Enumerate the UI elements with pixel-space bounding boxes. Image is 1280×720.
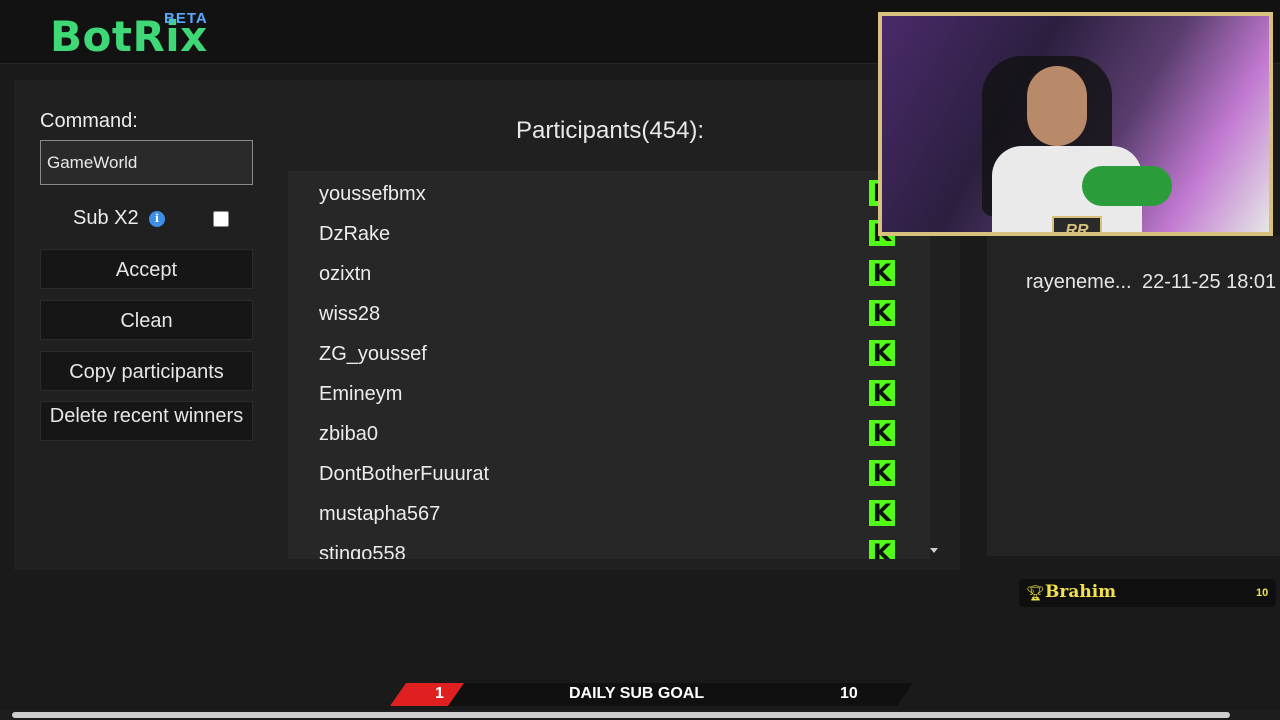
kick-icon: K	[869, 379, 895, 407]
participant-name: wiss28	[319, 303, 381, 325]
streamer-arm	[1082, 166, 1172, 206]
scroll-down-icon[interactable]	[930, 548, 938, 553]
kick-icon-letter: K	[872, 419, 892, 447]
kick-icon-letter: K	[872, 379, 892, 407]
kick-icon: K	[869, 259, 895, 287]
kick-icon-letter: K	[872, 539, 892, 560]
participant-name: ozixtn	[319, 263, 372, 285]
kick-icon: K	[869, 540, 895, 559]
winner-date: 22-11-25 18:01	[1142, 271, 1277, 293]
streamer-head	[1027, 66, 1087, 146]
participant-row[interactable]: wiss28 K	[288, 293, 930, 333]
kick-icon: K	[869, 299, 895, 327]
beta-badge: BETA	[164, 10, 208, 27]
sub-goal-target: 10	[840, 685, 858, 702]
participant-row[interactable]: ozixtn K	[288, 253, 930, 293]
participant-row[interactable]: DzRakeK	[288, 213, 930, 253]
sub-goal-label: DAILY SUB GOAL	[569, 685, 705, 702]
scrollbar-thumb[interactable]	[12, 712, 1230, 718]
accept-button[interactable]: Accept	[40, 249, 253, 289]
participant-name: zbiba0	[319, 423, 378, 445]
participant-row[interactable]: mustapha567 K	[288, 493, 930, 533]
sub-x2-label: Sub X2	[73, 207, 139, 229]
command-label: Command:	[40, 110, 138, 132]
participants-list[interactable]: youssefbmxKDzRakeKozixtnKwiss28KZG_youss…	[288, 171, 930, 559]
kick-icon-letter: K	[872, 499, 892, 527]
participant-name: DzRake	[319, 223, 391, 245]
participant-name: stingo558	[319, 543, 406, 559]
participant-name: Emineym	[319, 383, 403, 405]
copy-participants-button[interactable]: Copy participants	[40, 351, 253, 391]
participant-name: DontBotherFuuurat	[319, 463, 490, 485]
participant-name: youssefbmx	[319, 183, 426, 205]
participant-name: ZG_youssef	[319, 343, 427, 365]
participant-row[interactable]: zbiba0 K	[288, 413, 930, 453]
participants-title: Participants(454):	[516, 117, 705, 144]
kick-icon-letter: K	[872, 459, 892, 487]
clean-button[interactable]: Clean	[40, 300, 253, 340]
participant-row[interactable]: DontBotherFuuurat K	[288, 453, 930, 493]
sub-x2-checkbox[interactable]	[213, 211, 229, 227]
info-icon[interactable]: i	[149, 211, 165, 227]
command-input[interactable]	[40, 140, 253, 185]
kick-icon-letter: K	[872, 299, 892, 327]
kick-icon: K	[869, 419, 895, 447]
kick-icon: K	[869, 339, 895, 367]
kick-icon-letter: K	[872, 259, 892, 287]
trophy-icon: 🏆︎	[1026, 585, 1046, 602]
participant-row[interactable]: Emineym K	[288, 373, 930, 413]
winner-name: rayeneme...	[1026, 271, 1132, 293]
kick-icon-letter: K	[872, 339, 892, 367]
webcam-overlay: RR	[878, 12, 1273, 236]
participant-row[interactable]: ZG_youssef K	[288, 333, 930, 373]
sub-goal-current: 1	[435, 685, 444, 702]
kick-icon: K	[869, 459, 895, 487]
participant-name: mustapha567	[319, 503, 441, 525]
leaderboard-name: Brahim	[1045, 582, 1117, 602]
channel-logo: RR	[1052, 216, 1102, 232]
delete-recent-winners-button[interactable]: Delete recent winners	[40, 401, 253, 441]
participant-row[interactable]: youssefbmxK	[288, 173, 930, 213]
leaderboard-score: 10	[1256, 587, 1269, 599]
participant-row[interactable]: stingo558 K	[288, 533, 930, 559]
kick-icon: K	[869, 499, 895, 527]
